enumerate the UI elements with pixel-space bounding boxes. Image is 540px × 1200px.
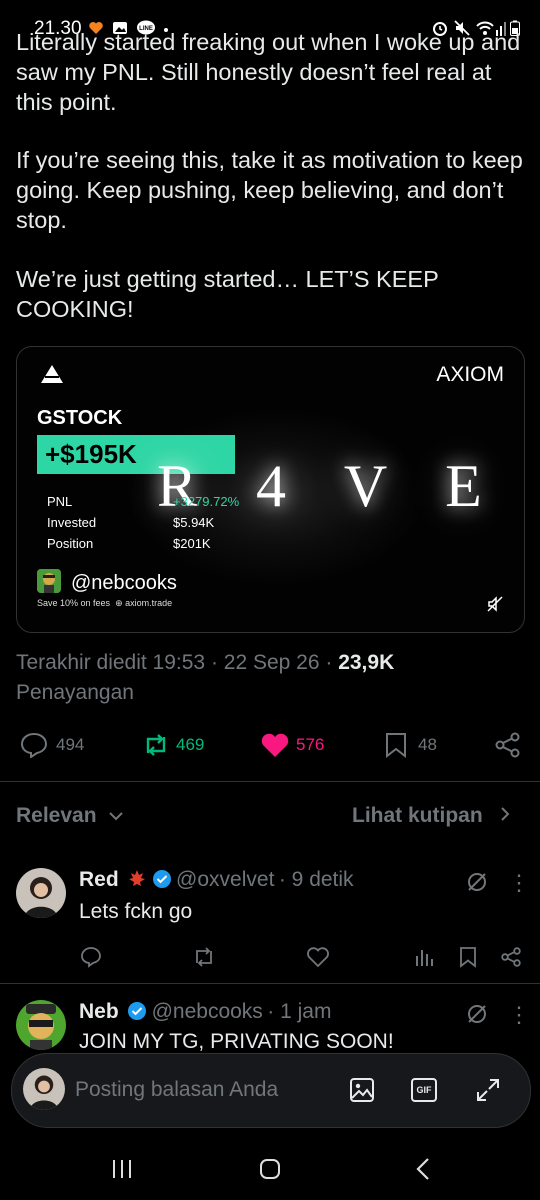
like-action[interactable]: 576 [260,730,324,760]
views-label: Penayangan [16,681,134,704]
chevron-right-icon [500,807,509,821]
verified-badge-icon [128,1002,147,1020]
recent-apps-icon[interactable] [110,1157,134,1186]
like-count: 576 [296,735,325,754]
reply-author-handle[interactable]: @oxvelvet [176,868,274,891]
post-text-paragraph-1: Literally started freaking out when I wo… [16,29,521,115]
watermark-text: R 4 V E [157,453,504,519]
row-label-invested: Invested [47,515,97,530]
edited-timestamp: Terakhir diedit 19:53 · 22 Sep 26 · [16,651,339,674]
reply-composer[interactable]: Posting balasan Anda GIF [11,1053,531,1128]
row-value-pnl: +3279.72% [173,494,240,509]
share-icon [495,732,520,758]
reply-time: · 9 detik [278,868,354,891]
reply-action[interactable]: 494 [20,730,84,760]
image-icon[interactable] [349,1077,375,1108]
view-quotes-link[interactable]: Lihat kutipan [352,804,511,828]
reply-reply-button[interactable] [80,946,102,973]
sort-relevance-button[interactable]: Relevan [16,804,124,828]
reply-text: Lets fckn go [79,900,193,923]
reply-author-name[interactable]: Neb [79,1000,119,1023]
sort-relevance-label: Relevan [16,804,97,827]
bookmark-count: 48 [418,735,437,754]
verified-badge-icon [152,870,171,888]
row-label-pnl: PNL [47,494,73,509]
gif-label: GIF [416,1085,432,1095]
grok-icon[interactable] [466,871,488,898]
reply-icon [81,947,101,968]
repost-icon [146,734,166,756]
reply-views-button[interactable] [414,946,434,973]
system-navigation-bar [0,1140,540,1200]
reply-repost-button[interactable] [192,946,216,973]
analytics-icon [416,950,433,966]
repost-count: 469 [176,735,205,754]
card-fees-text: Save 10% on fees ⊕ axiom.trade [37,598,173,608]
reply-text: JOIN MY TG, PRIVATING SOON! [79,1030,394,1053]
card-brand: AXIOM [436,363,504,386]
row-value-position: $201K [173,536,211,551]
share-icon [501,947,521,967]
row-label-position: Position [47,536,94,551]
repost-action[interactable]: 469 [142,730,204,760]
reply-like-button[interactable] [306,946,330,973]
composer-avatar [23,1068,65,1110]
reply-count: 494 [56,735,85,754]
home-icon[interactable] [258,1157,282,1186]
reply-header-neb: Neb @nebcooks · 1 jam [79,1000,331,1024]
heart-outline-icon [307,947,329,968]
more-options-icon[interactable]: ⋮ [508,870,530,896]
heart-icon [261,733,289,757]
reply-time: · 1 jam [267,1000,332,1023]
reply-author-name[interactable]: Red [79,868,119,891]
avatar-neb[interactable] [16,1000,66,1050]
fees-site: axiom.trade [125,598,173,608]
bookmark-action[interactable]: 48 [384,730,437,760]
axiom-logo-icon [39,363,65,390]
back-icon[interactable] [412,1157,436,1186]
view-quotes-label: Lihat kutipan [352,804,483,827]
bookmark-icon [386,733,406,758]
video-mute-icon[interactable] [486,595,504,618]
fees-label: Save 10% on fees [37,598,111,608]
card-handle: @nebcooks [71,572,177,594]
reply-author-handle[interactable]: @nebcooks [152,1000,263,1023]
expand-icon[interactable] [475,1077,501,1108]
post-meta: Terakhir diedit 19:53 · 22 Sep 26 · 23,9… [16,648,526,708]
chevron-down-icon [109,812,124,821]
post-text-paragraph-2: If you’re seeing this, take it as motiva… [16,147,523,233]
media-card[interactable]: AXIOM GSTOCK +$195K R 4 V E PNL +3279.72… [16,346,525,633]
reply-header-red: Red @oxvelvet · 9 detik [79,868,354,892]
maple-leaf-icon [129,870,146,886]
reply-input-placeholder[interactable]: Posting balasan Anda [75,1078,278,1102]
gif-icon[interactable]: GIF [411,1078,437,1102]
reply-share-button[interactable] [500,946,522,973]
post-text-paragraph-3: We’re just getting started… LET’S KEEP C… [16,266,439,322]
grok-icon[interactable] [466,1003,488,1030]
card-ticker: GSTOCK [37,407,123,429]
bookmark-icon [460,947,476,968]
more-options-icon[interactable]: ⋮ [508,1002,530,1028]
row-value-invested: $5.94K [173,515,215,530]
reply-bookmark-button[interactable] [458,946,478,973]
repost-icon [196,947,212,967]
views-count: 23,9K [338,651,395,674]
divider [0,781,540,782]
share-action[interactable] [494,730,522,760]
avatar-red[interactable] [16,868,66,918]
divider [0,983,540,984]
card-avatar [37,569,61,593]
pnl-amount: +$195K [45,439,137,469]
reply-icon [20,732,48,758]
